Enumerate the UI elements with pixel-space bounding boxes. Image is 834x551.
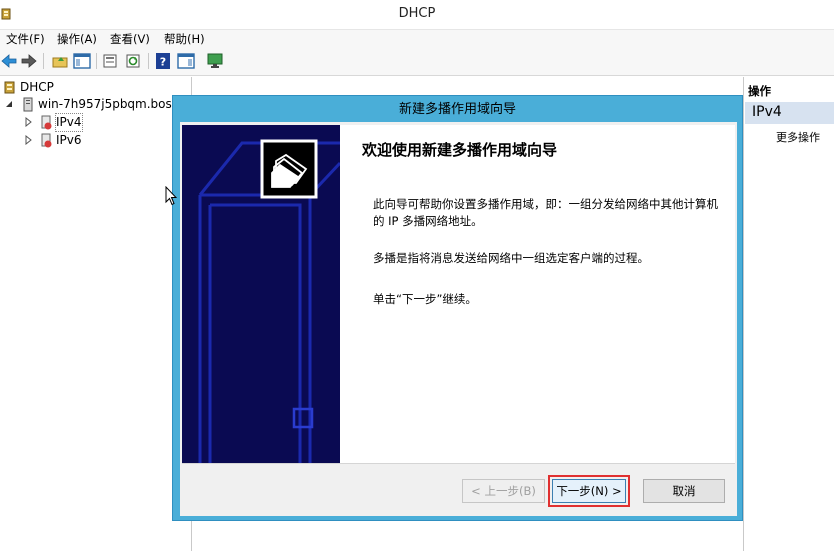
wizard-banner — [182, 125, 340, 463]
wizard-instruction: 单击“下一步”继续。 — [373, 292, 477, 306]
toolbar-separator — [43, 53, 44, 69]
cancel-button[interactable]: 取消 — [643, 479, 725, 503]
more-actions-link[interactable]: 更多操作 — [776, 129, 820, 145]
menu-action[interactable]: 操作(A) — [55, 31, 99, 47]
action-pane-icon[interactable] — [177, 52, 195, 70]
ipv6-icon — [41, 133, 52, 148]
collapsed-triangle-icon[interactable] — [24, 135, 32, 145]
back-button[interactable]: < 上一步(B) — [462, 479, 545, 503]
tree-label-server: win-7h957j5pbqm.boson — [38, 97, 187, 111]
toolbar-separator — [96, 53, 97, 69]
toolbar: ? — [0, 48, 834, 76]
tree-node-ipv6[interactable]: IPv6 — [0, 132, 190, 149]
forward-arrow-icon[interactable] — [20, 52, 38, 70]
back-arrow-icon[interactable] — [0, 52, 18, 70]
wizard-multicast-explanation: 多播是指将消息发送给网络中一组选定客户端的过程。 — [373, 251, 649, 265]
menu-bar: 文件(F) 操作(A) 查看(V) 帮助(H) — [0, 30, 834, 48]
ipv4-icon — [41, 115, 52, 130]
actions-header: 操作 — [748, 84, 771, 98]
title-bar: DHCP — [0, 0, 834, 30]
up-folder-icon[interactable] — [51, 52, 69, 70]
collapsed-triangle-icon[interactable] — [24, 117, 32, 127]
dhcp-icon — [4, 81, 15, 94]
show-hide-tree-icon[interactable] — [73, 52, 91, 70]
properties-icon[interactable] — [101, 52, 119, 70]
refresh-icon[interactable] — [124, 52, 142, 70]
mmc-window: DHCP 文件(F) 操作(A) 查看(V) 帮助(H) ? DHCP win-… — [0, 0, 834, 551]
new-multicast-scope-wizard: 新建多播作用域向导 欢迎使用新建多播作用域向导 此向导可帮助你设置多播作用域，即… — [172, 95, 743, 521]
actions-pane: 操作 IPv4 更多操作 — [743, 77, 834, 551]
server-illustration — [182, 125, 340, 463]
actions-section-ipv4[interactable]: IPv4 — [745, 102, 834, 124]
svg-text:?: ? — [160, 56, 166, 69]
wizard-description: 此向导可帮助你设置多播作用域，即：一组分发给网络中其他计算机的 IP 多播网络地… — [373, 197, 718, 228]
monitor-icon[interactable] — [206, 52, 224, 70]
expanded-triangle-icon[interactable] — [5, 99, 13, 109]
tree-node-dhcp[interactable]: DHCP — [0, 79, 190, 96]
next-button-highlight — [548, 475, 630, 507]
toolbar-separator — [148, 53, 149, 69]
dialog-title: 新建多播作用域向导 — [398, 102, 516, 117]
menu-view[interactable]: 查看(V) — [108, 31, 152, 47]
button-row-divider — [182, 463, 735, 464]
console-tree: DHCP win-7h957j5pbqm.boson IPv4 IPv6 — [0, 77, 192, 551]
menu-file[interactable]: 文件(F) — [4, 31, 47, 47]
menu-help[interactable]: 帮助(H) — [162, 31, 207, 47]
help-icon[interactable]: ? — [154, 52, 172, 70]
tree-label-ipv4: IPv4 — [55, 113, 83, 132]
server-icon — [23, 97, 33, 112]
wizard-content: 欢迎使用新建多播作用域向导 此向导可帮助你设置多播作用域，即：一组分发给网络中其… — [340, 125, 735, 463]
tree-node-ipv4[interactable]: IPv4 — [0, 113, 190, 132]
tree-label-ipv6: IPv6 — [56, 133, 82, 147]
window-title: DHCP — [398, 6, 436, 21]
wizard-heading: 欢迎使用新建多播作用域向导 — [362, 141, 558, 159]
actions-section-label: IPv4 — [752, 104, 782, 120]
mouse-cursor-icon — [165, 186, 177, 206]
tree-label-dhcp: DHCP — [20, 80, 54, 94]
tree-node-server[interactable]: win-7h957j5pbqm.boson — [0, 96, 190, 113]
dialog-body: 欢迎使用新建多播作用域向导 此向导可帮助你设置多播作用域，即：一组分发给网络中其… — [180, 122, 737, 516]
